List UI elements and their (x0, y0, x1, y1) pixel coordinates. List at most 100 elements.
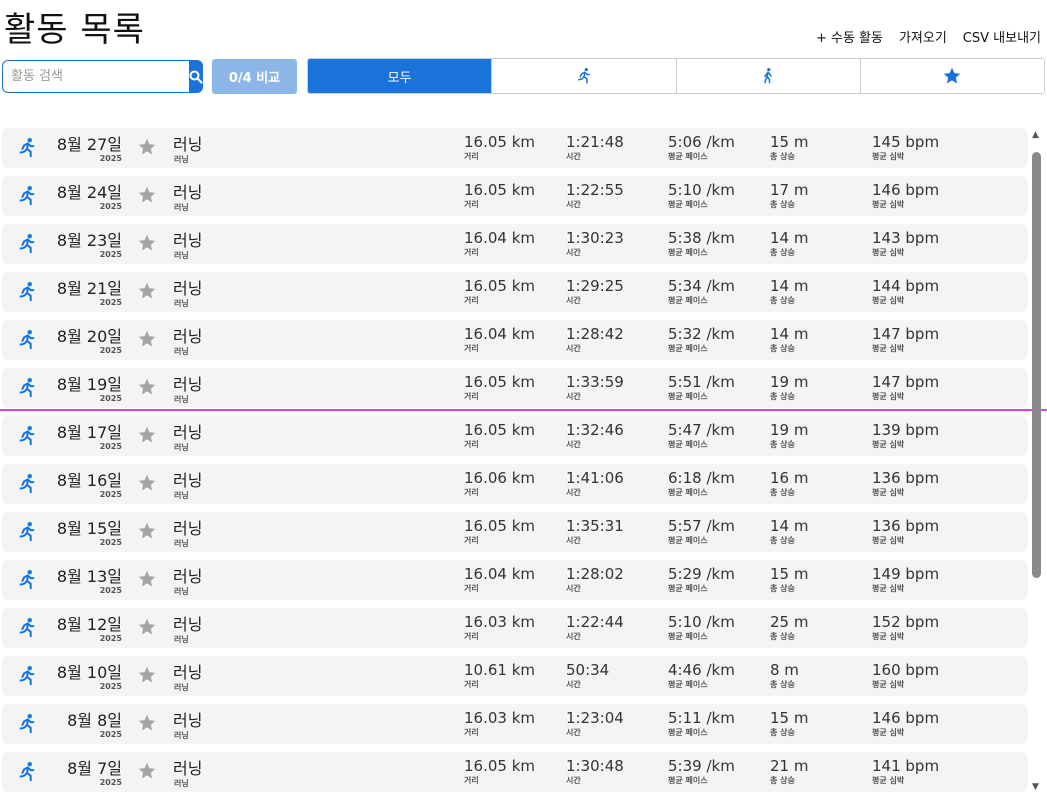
time-value: 1:30:48 (566, 757, 624, 775)
elevation-label: 총 상승 (770, 584, 795, 593)
star-icon[interactable] (137, 137, 157, 157)
time-value: 1:21:48 (566, 133, 624, 151)
star-icon[interactable] (137, 473, 157, 493)
time-label: 시간 (566, 680, 581, 689)
search-input[interactable] (2, 60, 189, 93)
activity-date: 8월 24일 (56, 183, 122, 202)
distance-label: 거리 (464, 344, 479, 353)
star-icon[interactable] (137, 329, 157, 349)
filter-walking-tab[interactable] (675, 59, 860, 93)
activity-row[interactable]: 8월 27일 2025 러닝 러닝 16.05 km 거리 1:21:48 시간… (2, 128, 1028, 168)
elevation-label: 총 상승 (770, 728, 795, 737)
star-icon[interactable] (137, 281, 157, 301)
elevation-value: 14 m (770, 277, 809, 295)
activity-row[interactable]: 8월 20일 2025 러닝 러닝 16.04 km 거리 1:28:42 시간… (2, 320, 1028, 360)
time-label: 시간 (566, 536, 581, 545)
activity-type-label: 러닝 (174, 539, 189, 548)
scroll-up-arrow-icon[interactable]: ▲ (1032, 130, 1039, 140)
star-icon[interactable] (137, 377, 157, 397)
heart-rate-label: 평균 심박 (872, 488, 905, 497)
distance-value: 16.03 km (464, 709, 536, 727)
time-value: 1:28:42 (566, 325, 624, 343)
activity-row[interactable]: 8월 8일 2025 러닝 러닝 16.03 km 거리 1:23:04 시간 … (2, 704, 1028, 744)
activity-type-label: 러닝 (174, 395, 189, 404)
heart-rate-label: 평균 심박 (872, 584, 905, 593)
export-csv-button[interactable]: CSV 내보내기 (963, 27, 1041, 46)
time-label: 시간 (566, 344, 581, 353)
star-icon[interactable] (137, 233, 157, 253)
compare-button[interactable]: 0/4 비교 (212, 59, 297, 94)
heart-rate-label: 평균 심박 (872, 296, 905, 305)
search-button[interactable] (189, 60, 203, 93)
activity-row[interactable]: 8월 12일 2025 러닝 러닝 16.03 km 거리 1:22:44 시간… (2, 608, 1028, 648)
activity-date: 8월 19일 (56, 375, 122, 394)
activity-row[interactable]: 8월 15일 2025 러닝 러닝 16.05 km 거리 1:35:31 시간… (2, 512, 1028, 552)
manual-activity-button[interactable]: + 수동 활동 (816, 27, 883, 46)
star-icon[interactable] (137, 617, 157, 637)
star-icon[interactable] (137, 713, 157, 733)
search-icon (189, 70, 203, 84)
filter-running-tab[interactable] (491, 59, 676, 93)
elevation-value: 21 m (770, 757, 809, 775)
activity-year: 2025 (99, 442, 122, 451)
activity-row[interactable]: 8월 17일 2025 러닝 러닝 16.05 km 거리 1:32:46 시간… (2, 416, 1028, 456)
activity-row[interactable]: 8월 24일 2025 러닝 러닝 16.05 km 거리 1:22:55 시간… (2, 176, 1028, 216)
activity-type-label: 러닝 (174, 251, 189, 260)
pace-label: 평균 페이스 (668, 632, 708, 641)
time-label: 시간 (566, 392, 581, 401)
distance-label: 거리 (464, 296, 479, 305)
top-actions: + 수동 활동 가져오기 CSV 내보내기 (816, 27, 1041, 46)
star-icon[interactable] (137, 569, 157, 589)
distance-value: 16.04 km (464, 565, 536, 583)
distance-label: 거리 (464, 632, 479, 641)
running-icon (19, 714, 35, 734)
star-icon[interactable] (137, 665, 157, 685)
time-label: 시간 (566, 632, 581, 641)
activity-name: 러닝 (173, 519, 203, 538)
activity-type-label: 러닝 (174, 635, 189, 644)
heart-rate-label: 평균 심박 (872, 440, 905, 449)
activity-row[interactable]: 8월 13일 2025 러닝 러닝 16.04 km 거리 1:28:02 시간… (2, 560, 1028, 600)
distance-value: 16.04 km (464, 325, 536, 343)
scrollbar-thumb[interactable] (1032, 152, 1041, 578)
heart-rate-value: 147 bpm (872, 373, 940, 391)
scroll-down-arrow-icon[interactable]: ▼ (1032, 782, 1039, 792)
time-value: 1:23:04 (566, 709, 624, 727)
activity-type-label: 러닝 (174, 347, 189, 356)
activity-row[interactable]: 8월 16일 2025 러닝 러닝 16.06 km 거리 1:41:06 시간… (2, 464, 1028, 504)
heart-rate-value: 136 bpm (872, 469, 940, 487)
activity-row[interactable]: 8월 7일 2025 러닝 러닝 16.05 km 거리 1:30:48 시간 … (2, 752, 1028, 792)
activity-row[interactable]: 8월 23일 2025 러닝 러닝 16.04 km 거리 1:30:23 시간… (2, 224, 1028, 264)
import-button[interactable]: 가져오기 (899, 27, 947, 46)
elevation-value: 8 m (770, 661, 799, 679)
scrollbar[interactable]: ▲ ▼ (1031, 128, 1043, 792)
filter-favorites-tab[interactable] (859, 59, 1044, 93)
distance-value: 16.04 km (464, 229, 536, 247)
star-icon[interactable] (137, 521, 157, 541)
activity-date: 8월 23일 (56, 231, 122, 250)
filter-all-tab[interactable]: 모두 (308, 59, 492, 93)
elevation-label: 총 상승 (770, 344, 795, 353)
pace-value: 5:34 /km (668, 277, 735, 295)
pace-label: 평균 페이스 (668, 680, 708, 689)
star-icon[interactable] (137, 185, 157, 205)
activity-name: 러닝 (173, 615, 203, 634)
activity-type-label: 러닝 (174, 299, 189, 308)
activity-row[interactable]: 8월 21일 2025 러닝 러닝 16.05 km 거리 1:29:25 시간… (2, 272, 1028, 312)
activity-year: 2025 (99, 682, 122, 691)
activity-type-label: 러닝 (174, 491, 189, 500)
activity-year: 2025 (99, 346, 122, 355)
star-icon[interactable] (137, 425, 157, 445)
activity-year: 2025 (99, 154, 122, 163)
activity-year: 2025 (99, 586, 122, 595)
activity-date: 8월 13일 (56, 567, 122, 586)
activity-row[interactable]: 8월 19일 2025 러닝 러닝 16.05 km 거리 1:33:59 시간… (2, 368, 1028, 408)
star-icon[interactable] (137, 761, 157, 781)
heart-rate-label: 평균 심박 (872, 776, 905, 785)
elevation-value: 15 m (770, 709, 809, 727)
activity-list: 8월 27일 2025 러닝 러닝 16.05 km 거리 1:21:48 시간… (2, 128, 1028, 800)
distance-label: 거리 (464, 536, 479, 545)
activity-row[interactable]: 8월 10일 2025 러닝 러닝 10.61 km 거리 50:34 시간 4… (2, 656, 1028, 696)
activity-type-label: 러닝 (174, 155, 189, 164)
activity-date: 8월 17일 (56, 423, 122, 442)
